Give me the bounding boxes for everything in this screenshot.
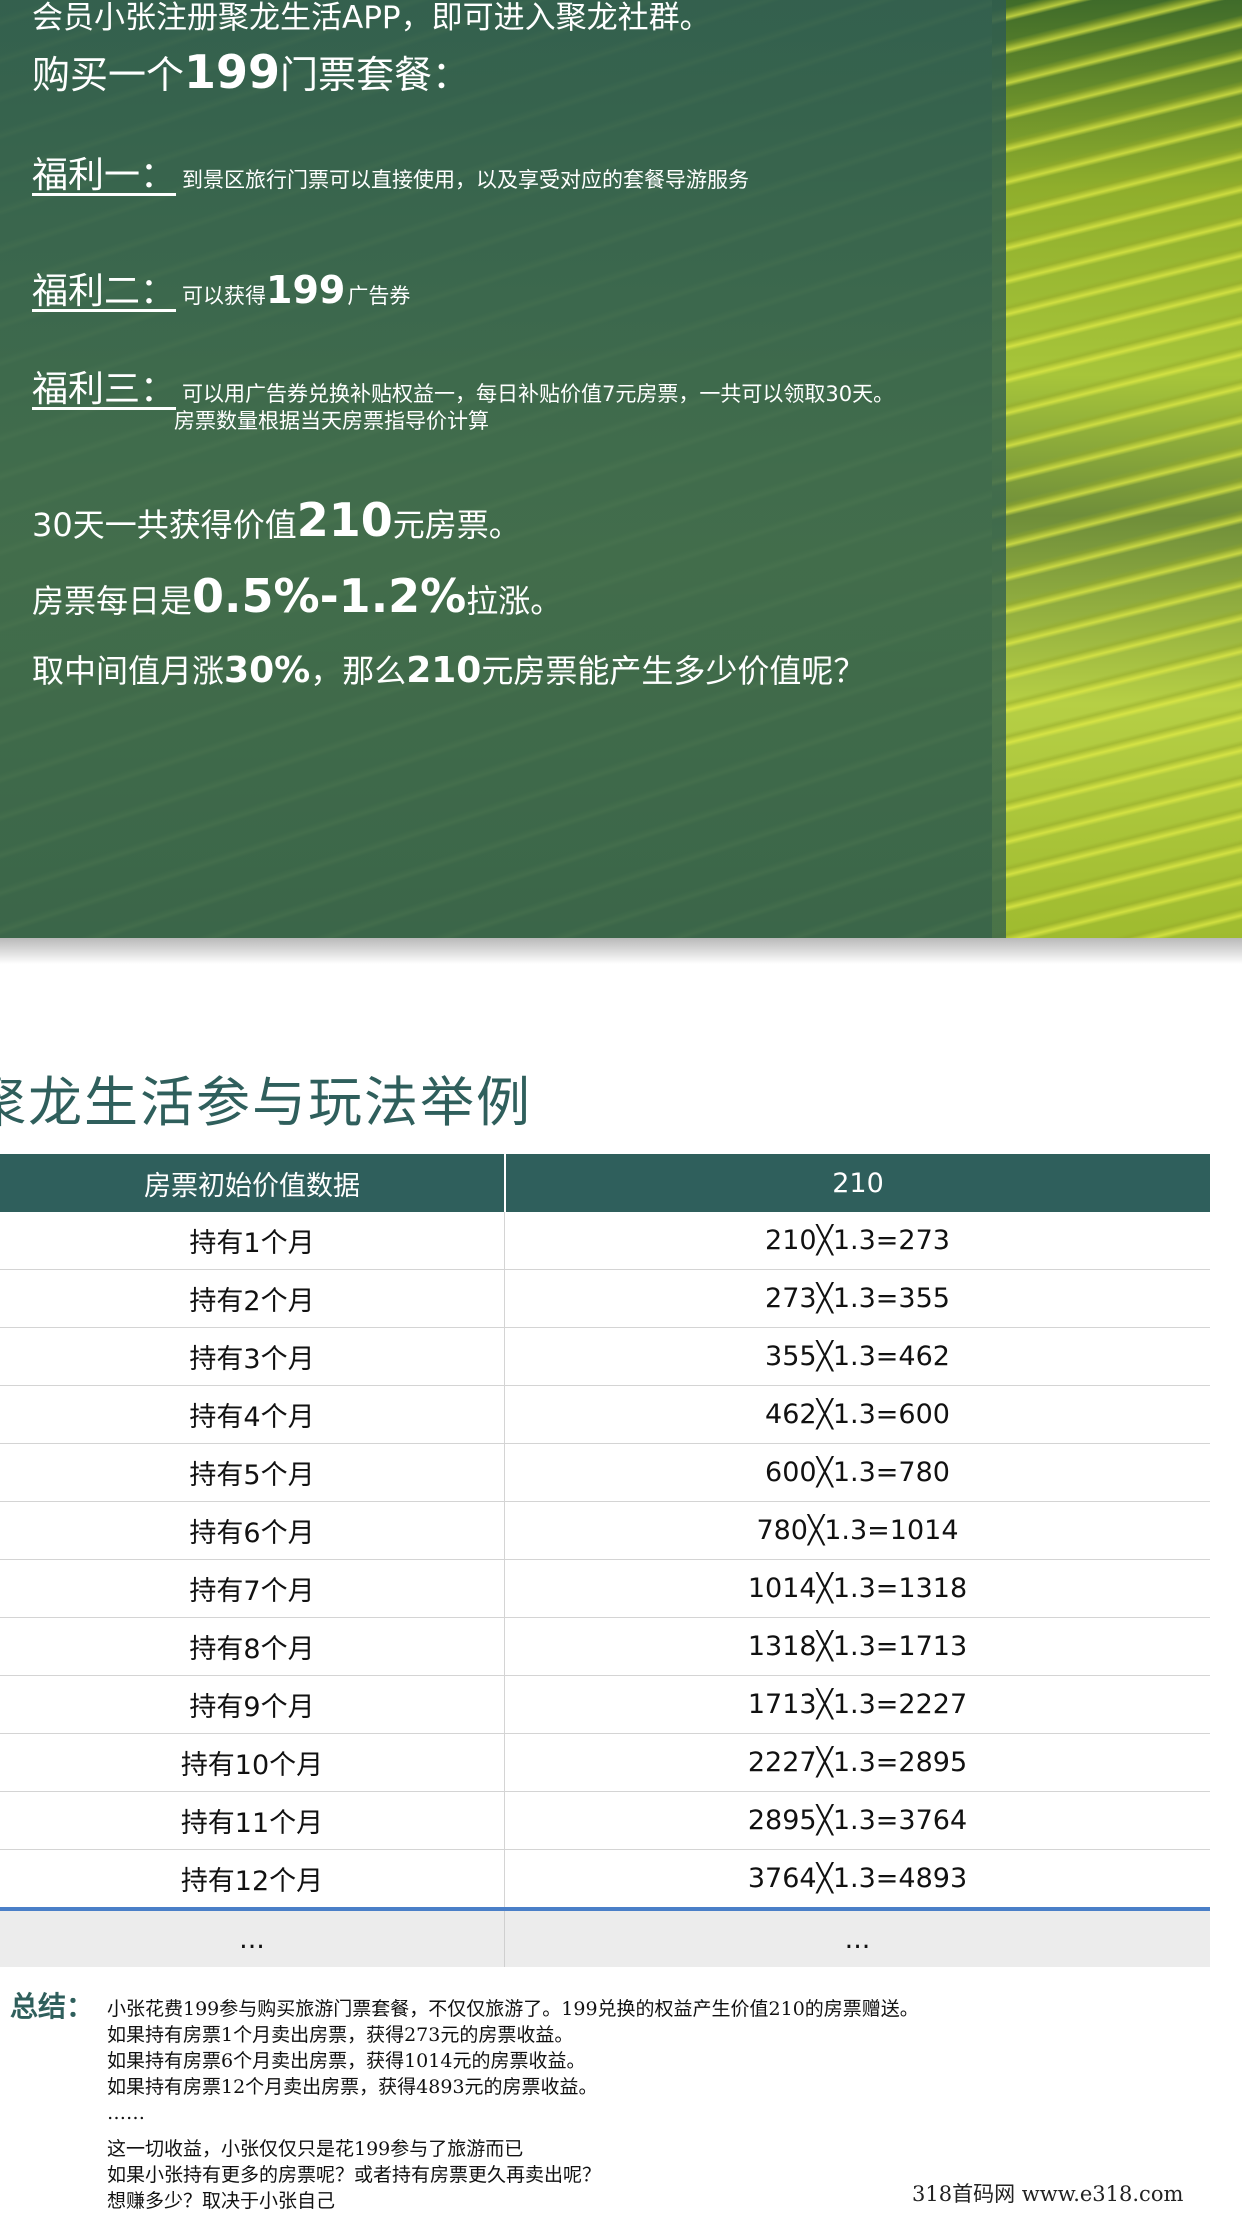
table-row: 持有5个月 600╳1.3=780 [0, 1444, 1210, 1502]
row-calculation: 1713╳1.3=2227 [747, 1689, 968, 1720]
row-calculation: 210╳1.3=273 [765, 1225, 950, 1256]
summary-label: 总结： [10, 1990, 95, 2023]
row-period: 持有8个月 [0, 1618, 505, 1675]
row-period: 持有5个月 [0, 1444, 505, 1501]
row-calculation: 3764╳1.3=4893 [747, 1863, 968, 1894]
calc3-number2: 210 [406, 650, 482, 691]
intro-line: 会员小张注册聚龙生活APP，即可进入聚龙社群。 [32, 0, 711, 36]
summary-line: 如果持有房票1个月卖出房票，获得273元的房票收益。 [107, 2024, 574, 2046]
hero-banner: 会员小张注册聚龙生活APP，即可进入聚龙社群。 购买一个199门票套餐： 福利一… [0, 0, 1242, 938]
buy-suffix: 门票套餐： [280, 53, 471, 97]
footer-ellipsis-right: ... [844, 1923, 871, 1955]
table-header: 房票初始价值数据 210 [0, 1154, 1210, 1212]
row-calculation: 600╳1.3=780 [765, 1457, 950, 1488]
calc2-prefix: 房票每日是 [32, 582, 193, 620]
benefit-one: 福利一： 到景区旅行门票可以直接使用，以及享受对应的套餐导游服务 [32, 146, 749, 198]
summary-line: 想赚多少？取决于小张自己 [107, 2190, 336, 2212]
table-header-value: 210 [832, 1167, 884, 1199]
row-calculation: 1318╳1.3=1713 [747, 1631, 968, 1662]
buy-number: 199 [184, 45, 281, 99]
table-row: 持有4个月 462╳1.3=600 [0, 1386, 1210, 1444]
benefit-one-label: 福利一： [32, 155, 177, 196]
benefit-three-text: 可以用广告券兑换补贴权益一，每日补贴价值7元房票，一共可以领取30天。 [182, 382, 895, 406]
row-calculation: 1014╳1.3=1318 [747, 1573, 968, 1604]
value-table: 房票初始价值数据 210 持有1个月 210╳1.3=273 持有2个月 273… [0, 1154, 1210, 1967]
row-calculation: 273╳1.3=355 [765, 1283, 950, 1314]
benefit-two-number: 199 [266, 268, 346, 312]
summary-line: …… [107, 2102, 145, 2124]
summary-line: 如果小张持有更多的房票呢？或者持有房票更久再卖出呢？ [107, 2164, 602, 2186]
row-period: 持有1个月 [0, 1212, 505, 1269]
row-calculation: 355╳1.3=462 [765, 1341, 950, 1372]
buy-package-line: 购买一个199门票套餐： [32, 44, 470, 99]
row-calculation: 2227╳1.3=2895 [747, 1747, 968, 1778]
hero-bottom-shadow [0, 938, 1242, 964]
calc-monthly-rise-line: 取中间值月涨30%，那么210元房票能产生多少价值呢？ [32, 646, 865, 692]
benefit-two-suffix: 广告券 [347, 284, 411, 308]
row-period: 持有2个月 [0, 1270, 505, 1327]
table-footer: ... ... [0, 1907, 1210, 1967]
table-header-label: 房票初始价值数据 [0, 1154, 506, 1212]
row-period: 持有7个月 [0, 1560, 505, 1617]
row-calculation: 780╳1.3=1014 [756, 1515, 959, 1546]
calc1-suffix: 元房票。 [392, 506, 521, 544]
table-row: 持有11个月 2895╳1.3=3764 [0, 1792, 1210, 1850]
calc1-prefix: 30天一共获得价值 [32, 506, 297, 544]
benefit-two-label: 福利二： [32, 271, 177, 312]
calc1-number: 210 [296, 493, 393, 547]
row-period: 持有3个月 [0, 1328, 505, 1385]
row-calculation: 462╳1.3=600 [765, 1399, 950, 1430]
hero-overlay [0, 0, 1006, 938]
calc3-prefix: 取中间值月涨 [32, 652, 225, 690]
row-calculation: 2895╳1.3=3764 [747, 1805, 968, 1836]
table-row: 持有8个月 1318╳1.3=1713 [0, 1618, 1210, 1676]
footer-ellipsis-left: ... [0, 1911, 505, 1967]
summary-line: 小张花费199参与购买旅游门票套餐，不仅仅旅游了。199兑换的权益产生价值210… [107, 1998, 919, 2020]
site-watermark: 318首码网 www.e318.com [912, 2182, 1184, 2206]
calc3-suffix: 元房票能产生多少价值呢？ [481, 652, 866, 690]
benefit-three-subtext: 房票数量根据当天房票指导价计算 [174, 409, 489, 433]
row-period: 持有4个月 [0, 1386, 505, 1443]
table-row: 持有10个月 2227╳1.3=2895 [0, 1734, 1210, 1792]
table-row: 持有1个月 210╳1.3=273 [0, 1212, 1210, 1270]
summary-line: 如果持有房票12个月卖出房票，获得4893元的房票收益。 [107, 2076, 598, 2098]
section-title: 聚龙生活参与玩法举例 [0, 1071, 532, 1134]
terrace-photo [992, 0, 1242, 938]
calc-daily-rise-line: 房票每日是0.5%-1.2%拉涨。 [32, 569, 562, 623]
row-period: 持有9个月 [0, 1676, 505, 1733]
table-row: 持有9个月 1713╳1.3=2227 [0, 1676, 1210, 1734]
calc-total-line: 30天一共获得价值210元房票。 [32, 493, 521, 547]
calc2-suffix: 拉涨。 [466, 582, 563, 620]
row-period: 持有12个月 [0, 1850, 505, 1907]
benefit-three-label: 福利三： [32, 369, 177, 410]
buy-prefix: 购买一个 [32, 53, 185, 97]
summary-line: 如果持有房票6个月卖出房票，获得1014元的房票收益。 [107, 2050, 586, 2072]
table-row: 持有6个月 780╳1.3=1014 [0, 1502, 1210, 1560]
table-row: 持有7个月 1014╳1.3=1318 [0, 1560, 1210, 1618]
calc2-number: 0.5%-1.2% [192, 569, 467, 623]
summary-text: 小张花费199参与购买旅游门票套餐，不仅仅旅游了。199兑换的权益产生价值210… [107, 1996, 919, 2214]
benefit-two: 福利二： 可以获得199广告券 [32, 262, 410, 314]
table-row: 持有3个月 355╳1.3=462 [0, 1328, 1210, 1386]
calc3-number: 30% [224, 650, 311, 691]
calc3-middle: ，那么 [310, 652, 407, 690]
row-period: 持有11个月 [0, 1792, 505, 1849]
summary-gap [107, 2126, 919, 2136]
benefit-two-prefix: 可以获得 [182, 284, 267, 308]
benefit-one-text: 到景区旅行门票可以直接使用，以及享受对应的套餐导游服务 [182, 168, 750, 192]
summary-line: 这一切收益，小张仅仅只是花199参与了旅游而已 [107, 2138, 524, 2160]
row-period: 持有6个月 [0, 1502, 505, 1559]
table-row: 持有12个月 3764╳1.3=4893 [0, 1850, 1210, 1907]
row-period: 持有10个月 [0, 1734, 505, 1791]
table-row: 持有2个月 273╳1.3=355 [0, 1270, 1210, 1328]
